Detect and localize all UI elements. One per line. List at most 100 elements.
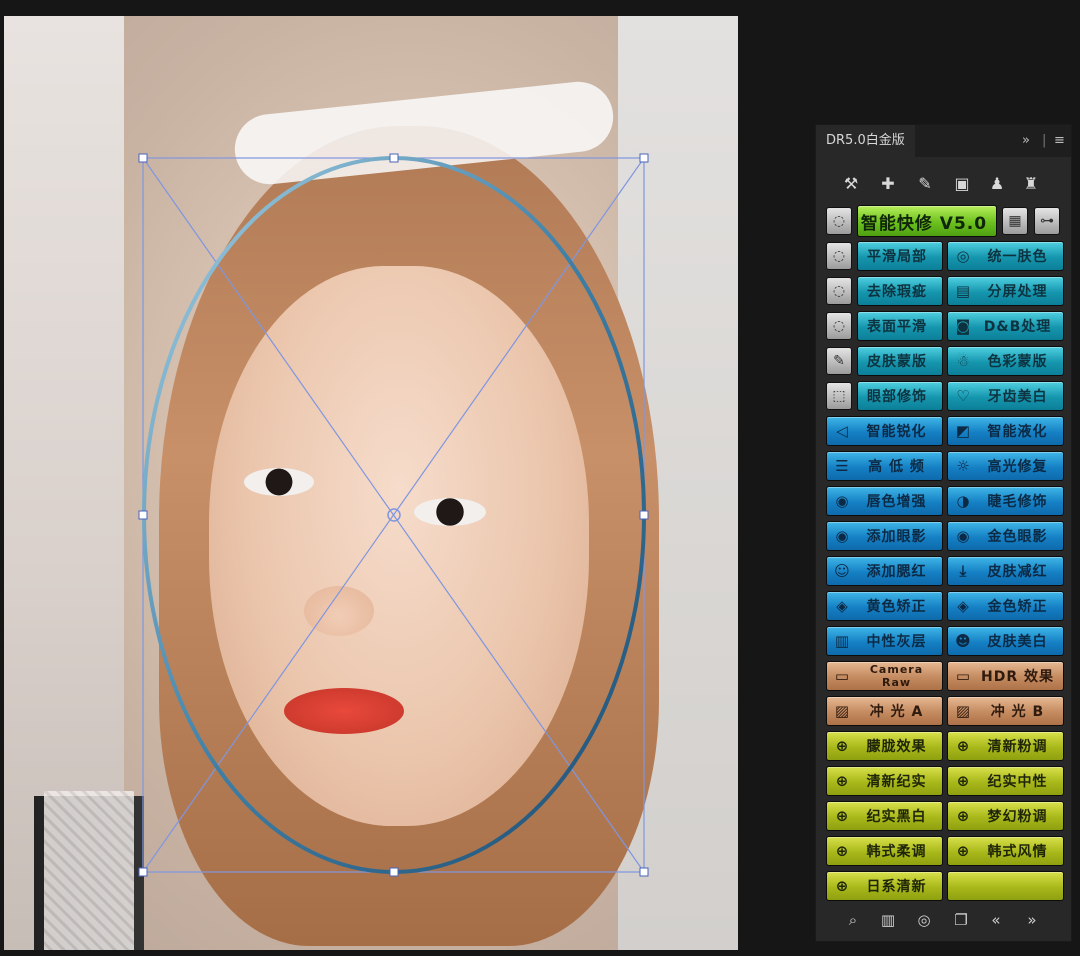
action-button-right[interactable]: ☼ 高光修复 <box>947 451 1064 481</box>
action-button-right[interactable]: ◙ D&B处理 <box>947 311 1064 341</box>
next-icon[interactable]: » <box>1019 907 1045 933</box>
action-button-right[interactable]: ☻ 皮肤美白 <box>947 626 1064 656</box>
action-button-left[interactable]: 表面平滑 <box>857 311 943 341</box>
search-icon[interactable]: ⌕ <box>840 907 866 933</box>
bounding-box[interactable] <box>142 157 645 873</box>
button-icon: ▨ <box>955 702 971 720</box>
action-button-left[interactable]: ◉ 唇色增强 <box>826 486 943 516</box>
action-button-left[interactable]: 皮肤蒙版 <box>857 346 943 376</box>
lasso-icon[interactable]: ◌ <box>826 277 852 305</box>
action-button-left[interactable]: ☰ 高 低 频 <box>826 451 943 481</box>
action-button-left[interactable]: ◉ 添加眼影 <box>826 521 943 551</box>
button-label: 去除瑕疵 <box>867 284 927 300</box>
button-label: 韩式风情 <box>987 844 1048 860</box>
action-button-left[interactable]: ◈ 黄色矫正 <box>826 591 943 621</box>
brush-icon[interactable]: ⚒ <box>838 171 864 197</box>
panel-tabbar: DR5.0白金版 » | ≡ <box>816 125 1071 157</box>
preview-icon[interactable]: ◎ <box>911 907 937 933</box>
action-button-right[interactable]: ⊕ 清新粉调 <box>947 731 1064 761</box>
chip-icon[interactable]: ▣ <box>949 171 975 197</box>
bandage-striped-icon[interactable]: ✎ <box>912 171 938 197</box>
grid-icon[interactable]: ▦ <box>1002 207 1028 235</box>
action-button-left[interactable]: ⊕ 纪实黑白 <box>826 801 943 831</box>
action-button-right[interactable] <box>947 871 1064 901</box>
button-icon: ⊕ <box>956 737 970 755</box>
stamp-remove-icon[interactable]: ♜ <box>1018 171 1044 197</box>
action-button-right[interactable]: ◉ 金色眼影 <box>947 521 1064 551</box>
action-button-right[interactable]: ⊕ 梦幻粉调 <box>947 801 1064 831</box>
action-button-right[interactable]: ▤ 分屏处理 <box>947 276 1064 306</box>
button-icon: ◙ <box>955 317 971 335</box>
button-label: 牙齿美白 <box>987 389 1048 405</box>
button-icon: ⊕ <box>835 737 849 755</box>
panel-tab[interactable]: DR5.0白金版 <box>816 125 915 157</box>
marquee-icon[interactable]: ⬚ <box>826 382 852 410</box>
stamp-icon[interactable]: ♟ <box>984 171 1010 197</box>
button-icon: ▥ <box>834 632 850 650</box>
expand-icon[interactable]: » <box>1022 125 1030 157</box>
action-button-left[interactable]: ⊕ 日系清新 <box>826 871 943 901</box>
action-button-right[interactable]: ⊕ 韩式风情 <box>947 836 1064 866</box>
button-label: 唇色增强 <box>866 494 927 510</box>
action-button-right[interactable]: ◎ 统一肤色 <box>947 241 1064 271</box>
layers-icon[interactable]: ❐ <box>948 907 974 933</box>
action-button-right[interactable]: ⊕ 纪实中性 <box>947 766 1064 796</box>
button-icon: ☺ <box>834 562 850 580</box>
action-button-left[interactable]: ▭ Camera Raw <box>826 661 943 691</box>
action-button-left[interactable]: ⊕ 清新纪实 <box>826 766 943 796</box>
button-icon: ☃ <box>956 352 970 370</box>
action-button-left[interactable]: ⊕ 韩式柔调 <box>826 836 943 866</box>
action-button-right[interactable]: ⤓ 皮肤减红 <box>947 556 1064 586</box>
button-label: 纪实黑白 <box>866 809 927 825</box>
button-icon: ⊕ <box>835 842 849 860</box>
button-icon: ☼ <box>956 457 970 475</box>
button-icon: ♡ <box>956 387 970 405</box>
button-icon: ◑ <box>956 492 970 510</box>
action-button-right[interactable]: ◩ 智能液化 <box>947 416 1064 446</box>
button-label: 金色矫正 <box>987 599 1048 615</box>
action-button-left[interactable]: ▥ 中性灰层 <box>826 626 943 656</box>
action-button-right[interactable]: ◈ 金色矫正 <box>947 591 1064 621</box>
slider-settings-icon[interactable]: ⊶ <box>1034 207 1060 235</box>
action-button-left[interactable]: ⊕ 朦胧效果 <box>826 731 943 761</box>
button-icon: ▤ <box>955 282 971 300</box>
button-label: 眼部修饰 <box>867 389 927 405</box>
button-label: 黄色矫正 <box>866 599 927 615</box>
button-icon: ⤓ <box>959 562 967 580</box>
dr5-plugin-panel: DR5.0白金版 » | ≡ ⚒ ✚ ✎ ▣ ♟ ♜ ◌ 智能快修 V5.0 ▦… <box>815 124 1072 942</box>
compare-icon[interactable]: ▥ <box>875 907 901 933</box>
button-label: 清新粉调 <box>987 739 1048 755</box>
action-button-right[interactable]: ▨ 冲 光 B <box>947 696 1064 726</box>
action-button-right[interactable]: ♡ 牙齿美白 <box>947 381 1064 411</box>
button-label: HDR 效果 <box>981 669 1054 685</box>
action-button-left[interactable]: 平滑局部 <box>857 241 943 271</box>
lasso-icon[interactable]: ◌ <box>826 242 852 270</box>
menu-icon[interactable]: ≡ <box>1054 125 1065 157</box>
button-label: 皮肤减红 <box>987 564 1048 580</box>
action-button-left[interactable]: ▨ 冲 光 A <box>826 696 943 726</box>
action-button-right[interactable]: ☃ 色彩蒙版 <box>947 346 1064 376</box>
action-button-left[interactable]: ◁ 智能锐化 <box>826 416 943 446</box>
button-label: 纪实中性 <box>987 774 1048 790</box>
action-button-left[interactable]: 去除瑕疵 <box>857 276 943 306</box>
button-icon: ◉ <box>956 527 970 545</box>
action-button-right[interactable]: ◑ 睫毛修饰 <box>947 486 1064 516</box>
button-label: 清新纪实 <box>866 774 927 790</box>
smart-repair-title-button[interactable]: 智能快修 V5.0 <box>857 205 997 237</box>
button-icon: ◉ <box>835 492 849 510</box>
button-label: 智能液化 <box>987 424 1048 440</box>
lasso-icon[interactable]: ◌ <box>826 207 852 235</box>
button-icon: ▭ <box>834 667 850 685</box>
button-label: 高光修复 <box>987 459 1048 475</box>
action-button-left[interactable]: 眼部修饰 <box>857 381 943 411</box>
action-button-left[interactable]: ☺ 添加腮红 <box>826 556 943 586</box>
button-icon: ⊕ <box>956 807 970 825</box>
button-icon: ⊕ <box>835 772 849 790</box>
button-icon: ◎ <box>956 247 970 265</box>
brush-icon[interactable]: ✎ <box>826 347 852 375</box>
lasso-icon[interactable]: ◌ <box>826 312 852 340</box>
action-button-right[interactable]: ▭ HDR 效果 <box>947 661 1064 691</box>
button-label: 金色眼影 <box>987 529 1048 545</box>
bandage-icon[interactable]: ✚ <box>875 171 901 197</box>
previous-icon[interactable]: « <box>983 907 1009 933</box>
